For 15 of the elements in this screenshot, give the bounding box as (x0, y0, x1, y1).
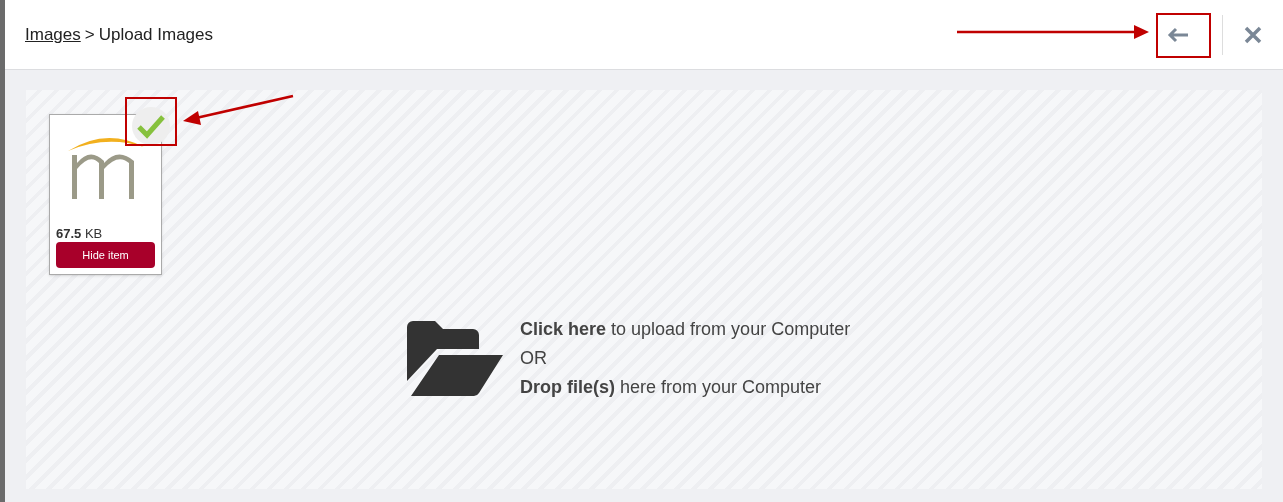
highlight-box (1156, 13, 1211, 58)
hide-item-button[interactable]: Hide item (56, 242, 155, 268)
drop-zone[interactable]: 67.5 KB Hide item Click here to upload from your Computer OR Drop file(s) here from your Computer (26, 90, 1262, 489)
upload-instruction: Drop file(s) here from your Computer (520, 376, 823, 399)
breadcrumb-separator: > (84, 23, 95, 46)
close-icon (1244, 25, 1262, 44)
file-size: 67.5 KB (56, 227, 103, 240)
folder-icon (407, 320, 504, 397)
back-arrow-icon (1167, 26, 1189, 43)
upload-instruction: OR (520, 347, 548, 370)
upload-instruction: Click here to upload from your Computer (520, 318, 851, 341)
close-button[interactable] (1243, 24, 1263, 45)
page-title: Upload Images (98, 23, 214, 46)
highlight-box (125, 97, 177, 146)
breadcrumb-link[interactable]: Images (25, 21, 81, 48)
